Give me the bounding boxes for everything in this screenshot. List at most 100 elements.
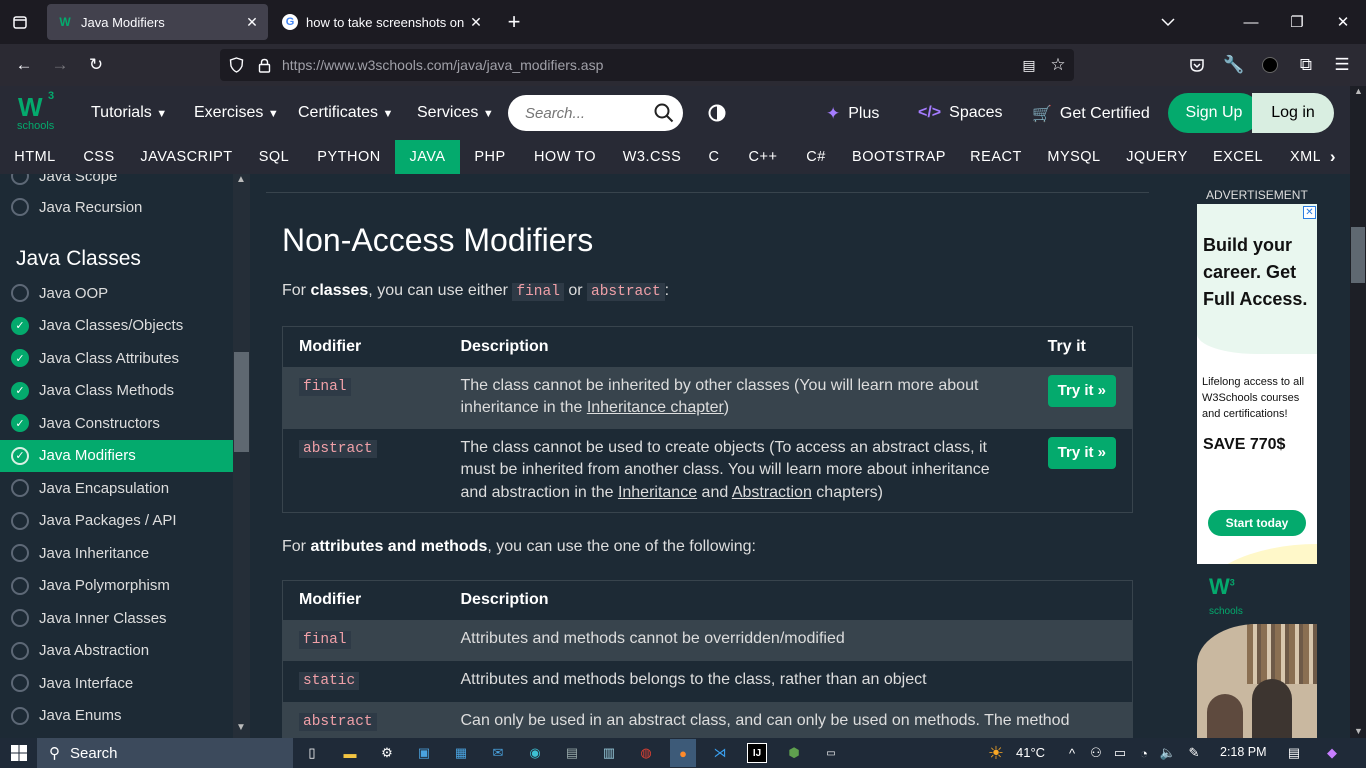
- windows-start-icon[interactable]: [9, 743, 29, 763]
- close-tab-icon[interactable]: ✕: [466, 14, 486, 31]
- topnav-next-icon[interactable]: ›: [1320, 140, 1346, 174]
- topnav-how-to[interactable]: HOW TO: [520, 140, 610, 174]
- inheritance-chapter-link[interactable]: Inheritance chapter: [587, 399, 724, 416]
- weather-temperature[interactable]: 41°C: [1016, 745, 1045, 760]
- certificates-menu[interactable]: Certificates ▼: [298, 104, 393, 122]
- new-tab-icon[interactable]: +: [500, 8, 528, 36]
- copilot-icon[interactable]: ◆: [1322, 743, 1342, 763]
- inheritance-link[interactable]: Inheritance: [618, 484, 697, 501]
- extension-dark-icon[interactable]: [1256, 51, 1284, 79]
- wifi-icon[interactable]: ◔: [1134, 743, 1154, 763]
- page-scroll-thumb[interactable]: [1351, 227, 1365, 283]
- topnav-bootstrap[interactable]: BOOTSTRAP: [840, 140, 958, 174]
- restore-icon[interactable]: ❐: [1282, 8, 1312, 36]
- topnav-javascript[interactable]: JAVASCRIPT: [128, 140, 245, 174]
- topnav-css[interactable]: CSS: [70, 140, 128, 174]
- edge-icon[interactable]: ◉: [525, 743, 545, 763]
- people-icon[interactable]: ⚇: [1086, 743, 1106, 763]
- w3schools-logo[interactable]: W 3 schools: [16, 90, 60, 134]
- topnav-c[interactable]: C: [694, 140, 734, 174]
- topnav-java[interactable]: JAVA: [395, 140, 460, 174]
- topnav-xml[interactable]: XML: [1276, 140, 1324, 174]
- tab-java-modifiers[interactable]: W Java Modifiers ✕: [47, 4, 268, 40]
- topnav-html[interactable]: HTML: [0, 140, 70, 174]
- task-view-icon[interactable]: ▯: [302, 743, 322, 763]
- url-text[interactable]: https://www.w3schools.com/java/java_modi…: [282, 57, 603, 73]
- topnav-excel[interactable]: EXCEL: [1200, 140, 1276, 174]
- contacts-app-icon[interactable]: ▣: [414, 743, 434, 763]
- exercises-menu[interactable]: Exercises ▼: [194, 104, 279, 122]
- sidebar-item[interactable]: ✓ Java Class Methods: [0, 375, 233, 407]
- page-scrollbar[interactable]: ▲ ▼: [1350, 86, 1366, 738]
- search-input[interactable]: Search...: [508, 95, 683, 131]
- minimize-icon[interactable]: —: [1236, 8, 1266, 36]
- sidebar-item[interactable]: ✓ Java Modifiers: [0, 439, 233, 472]
- notepad-icon[interactable]: ▥: [599, 743, 619, 763]
- get-certified-link[interactable]: 🛒 Get Certified: [1032, 104, 1150, 124]
- url-bar[interactable]: https://www.w3schools.com/java/java_modi…: [220, 49, 1074, 81]
- bookmark-star-icon[interactable]: ☆: [1044, 51, 1072, 79]
- sidebar-item[interactable]: Java Abstraction: [0, 635, 233, 667]
- sidebar-item[interactable]: Java Encapsulation: [0, 472, 233, 504]
- taskbar-search-box[interactable]: ⚲ Search: [37, 738, 293, 768]
- sidebar-item-java-scope[interactable]: Java Scope: [0, 174, 233, 192]
- store-icon[interactable]: ▦: [451, 743, 471, 763]
- sidebar-item[interactable]: ✓ Java Classes/Objects: [0, 310, 233, 342]
- sidebar-item[interactable]: Java Interface: [0, 667, 233, 699]
- forward-icon[interactable]: →: [46, 51, 74, 79]
- topnav-jquery[interactable]: JQUERY: [1114, 140, 1200, 174]
- advertisement-banner[interactable]: ✕ Build your career. Get Full Access. Li…: [1197, 204, 1317, 738]
- topnav-mysql[interactable]: MYSQL: [1034, 140, 1114, 174]
- pen-icon[interactable]: ✎: [1184, 743, 1204, 763]
- file-explorer-icon[interactable]: ▬: [340, 743, 360, 763]
- services-menu[interactable]: Services ▼: [417, 104, 494, 122]
- sidebar-item[interactable]: Java Polymorphism: [0, 570, 233, 602]
- sidebar-item-java-recursion[interactable]: Java Recursion: [0, 191, 233, 223]
- try-it-button[interactable]: Try it »: [1047, 374, 1116, 407]
- sign-up-button[interactable]: Sign Up: [1168, 93, 1260, 133]
- extensions-puzzle-icon[interactable]: ⧉: [1292, 51, 1320, 79]
- sidebar-scrollbar[interactable]: ▲ ▼: [233, 174, 250, 738]
- topnav-csharp[interactable]: C#: [792, 140, 840, 174]
- tab-google-search[interactable]: G how to take screenshots on lapt ✕: [272, 4, 492, 40]
- clock-time[interactable]: 2:18 PM: [1220, 745, 1267, 759]
- nodejs-icon[interactable]: ⬢: [784, 743, 804, 763]
- scroll-down-icon[interactable]: ▼: [236, 722, 246, 733]
- sidebar-item[interactable]: Java OOP: [0, 277, 233, 309]
- close-window-icon[interactable]: ✕: [1328, 8, 1358, 36]
- scroll-down-icon[interactable]: ▼: [1354, 726, 1363, 736]
- topnav-python[interactable]: PYTHON: [303, 140, 395, 174]
- terminal-icon[interactable]: ▭: [821, 743, 841, 763]
- lock-icon[interactable]: [250, 51, 278, 79]
- topnav-cpp[interactable]: C++: [734, 140, 792, 174]
- list-all-tabs-icon[interactable]: [1154, 8, 1182, 36]
- tracking-shield-icon[interactable]: [222, 51, 250, 79]
- close-tab-icon[interactable]: ✕: [242, 14, 262, 31]
- volume-icon[interactable]: 🔈: [1158, 743, 1178, 763]
- vscode-icon[interactable]: ⋊: [710, 743, 730, 763]
- chrome-icon[interactable]: ◍: [636, 743, 656, 763]
- topnav-w3css[interactable]: W3.CSS: [610, 140, 694, 174]
- firefox-icon[interactable]: ●: [670, 739, 696, 767]
- sidebar-item[interactable]: ✓ Java Constructors: [0, 407, 233, 439]
- ad-close-icon[interactable]: ✕: [1303, 206, 1316, 219]
- ad-start-today-button[interactable]: Start today: [1208, 510, 1306, 536]
- plus-link[interactable]: ✦ Plus: [826, 104, 879, 124]
- topnav-sql[interactable]: SQL: [245, 140, 303, 174]
- notification-icon[interactable]: ▤: [1284, 743, 1304, 763]
- pocket-icon[interactable]: [1183, 51, 1211, 79]
- sidebar-item[interactable]: Java Enums: [0, 700, 233, 732]
- weather-sun-icon[interactable]: ☀: [986, 743, 1006, 763]
- tab-list-icon[interactable]: [6, 8, 34, 36]
- reload-icon[interactable]: ↻: [82, 51, 110, 79]
- back-icon[interactable]: ←: [10, 51, 38, 79]
- search-icon[interactable]: [654, 103, 674, 128]
- mail-icon[interactable]: ✉: [488, 743, 508, 763]
- battery-icon[interactable]: ▭: [1110, 743, 1130, 763]
- wrench-icon[interactable]: 🔧: [1220, 51, 1248, 79]
- try-it-button[interactable]: Try it »: [1047, 436, 1116, 469]
- show-hidden-icons-icon[interactable]: ^: [1062, 743, 1082, 763]
- sidebar-scroll-thumb[interactable]: [234, 352, 249, 452]
- scroll-up-icon[interactable]: ▲: [1354, 86, 1363, 96]
- log-in-button[interactable]: Log in: [1252, 93, 1334, 133]
